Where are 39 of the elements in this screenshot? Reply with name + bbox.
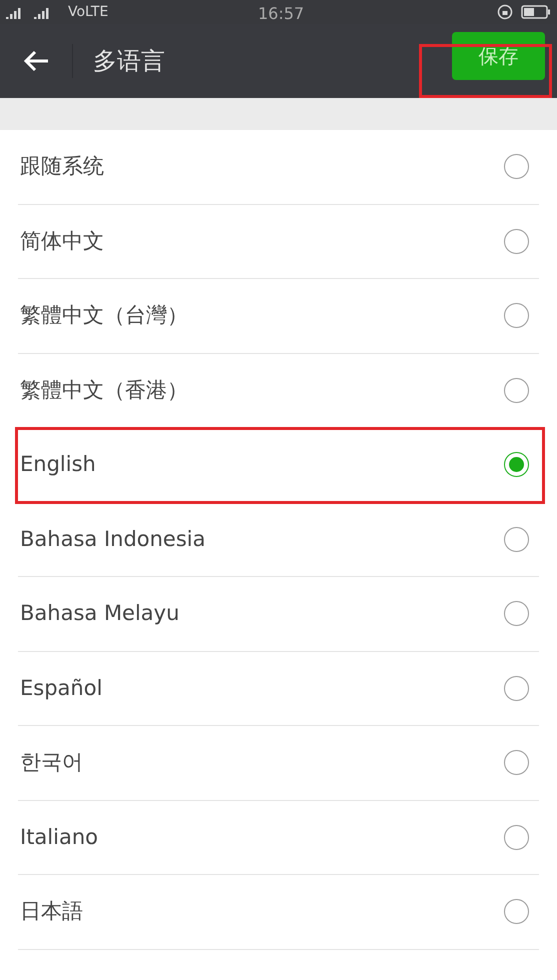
language-label: 简体中文 bbox=[20, 228, 104, 254]
page-title: 多语言 bbox=[93, 46, 165, 77]
radio-button[interactable] bbox=[504, 154, 529, 180]
rotation-lock-icon bbox=[497, 4, 513, 20]
language-row[interactable]: 跟随系统 bbox=[18, 130, 539, 204]
language-label: English bbox=[20, 451, 96, 478]
language-row[interactable]: 简体中文 bbox=[18, 204, 539, 279]
language-label: 한국어 bbox=[20, 749, 83, 776]
radio-button[interactable] bbox=[504, 303, 529, 328]
language-row[interactable]: 日本語 bbox=[18, 875, 539, 950]
radio-button[interactable] bbox=[504, 750, 529, 776]
back-arrow-icon bbox=[23, 50, 49, 72]
radio-button[interactable] bbox=[504, 824, 529, 850]
language-row[interactable]: 繁體中文（香港） bbox=[18, 354, 539, 428]
radio-button[interactable] bbox=[504, 676, 529, 701]
language-label: 繁體中文（台灣） bbox=[20, 302, 188, 329]
radio-button[interactable] bbox=[504, 899, 529, 924]
language-row[interactable]: 繁體中文（台灣） bbox=[18, 279, 539, 354]
language-row[interactable]: 한국어 bbox=[18, 726, 539, 800]
radio-button[interactable] bbox=[504, 526, 529, 552]
radio-button[interactable] bbox=[504, 228, 529, 254]
language-row[interactable]: Bahasa Melayu bbox=[18, 577, 539, 652]
language-row[interactable]: English bbox=[18, 428, 539, 502]
language-label: Español bbox=[20, 674, 102, 702]
language-label: 跟随系统 bbox=[20, 153, 104, 180]
language-row[interactable]: Español bbox=[18, 652, 539, 726]
language-label: 日本語 bbox=[20, 898, 83, 925]
clock: 16:57 bbox=[258, 3, 304, 25]
language-row[interactable]: Bahasa Indonesia bbox=[18, 502, 539, 577]
battery-icon bbox=[521, 5, 551, 19]
language-label: Italiano bbox=[20, 824, 98, 850]
language-label: Bahasa Melayu bbox=[20, 600, 180, 627]
radio-button[interactable] bbox=[504, 452, 529, 478]
language-label: Bahasa Indonesia bbox=[20, 526, 206, 552]
network-label: VoLTE bbox=[68, 2, 108, 22]
radio-button[interactable] bbox=[504, 378, 529, 403]
radio-button[interactable] bbox=[504, 601, 529, 626]
language-row[interactable]: Italiano bbox=[18, 800, 539, 875]
language-label: 繁體中文（香港） bbox=[20, 376, 188, 404]
